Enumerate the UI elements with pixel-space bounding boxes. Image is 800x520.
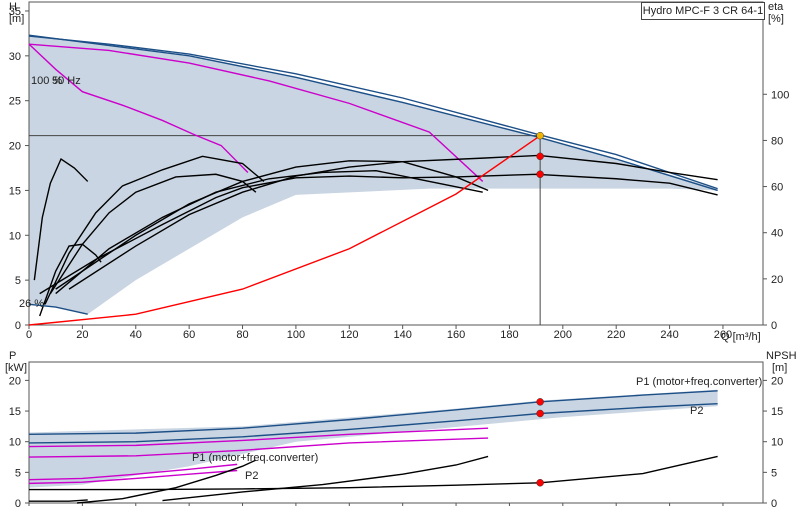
h-tick-label: 10 bbox=[9, 230, 21, 242]
eta-tick-label: 60 bbox=[771, 182, 783, 194]
x-tick-label: 120 bbox=[340, 329, 358, 341]
eta-tick-label: 80 bbox=[771, 135, 783, 147]
p-tick-label: 20 bbox=[9, 375, 21, 387]
power-point-marker bbox=[536, 409, 544, 418]
x-tick-label: 20 bbox=[76, 329, 88, 341]
p1-label-right: P1 (motor+freq.converter) bbox=[636, 376, 762, 388]
p1-label-left: P1 (motor+freq.converter) bbox=[192, 452, 318, 464]
duty-point-marker bbox=[536, 152, 544, 161]
p-tick-label: 10 bbox=[9, 437, 21, 449]
x-tick-label: 100 bbox=[287, 329, 305, 341]
x-tick-label: 180 bbox=[500, 329, 518, 341]
p-tick-label: 5 bbox=[15, 467, 21, 479]
h-tick-label: 15 bbox=[9, 185, 21, 197]
p2-label-left: P2 bbox=[245, 470, 258, 482]
h-tick-label: 5 bbox=[15, 275, 21, 287]
x-tick-label: 200 bbox=[554, 329, 572, 341]
freq-label: 50 Hz bbox=[52, 75, 81, 87]
p2-label-right: P2 bbox=[690, 405, 703, 417]
p-tick-label: 0 bbox=[15, 498, 21, 510]
npsh-axis-unit: [m] bbox=[772, 362, 787, 374]
eta-tick-label: 100 bbox=[771, 89, 789, 101]
h-tick-label: 20 bbox=[9, 141, 21, 153]
eta-axis-name: eta bbox=[768, 1, 784, 13]
p-tick-label: 15 bbox=[9, 406, 21, 418]
eta-tick-label: 0 bbox=[771, 320, 777, 332]
pump-curve-chart: 0 20 40 60 80 100 120 140 160 180 200 220 240 2600510… bbox=[5, 1, 797, 510]
x-tick-label: 0 bbox=[26, 329, 32, 341]
npsh-tick-label: 5 bbox=[771, 467, 777, 479]
x-axis-name: Q [m³/h] bbox=[721, 331, 761, 343]
eta-tick-label: 20 bbox=[771, 274, 783, 286]
x-tick-label: 140 bbox=[393, 329, 411, 341]
power-point-marker bbox=[536, 398, 544, 406]
x-tick-label: 40 bbox=[130, 329, 142, 341]
npsh-axis-name: NPSH bbox=[766, 350, 797, 362]
x-tick-label: 240 bbox=[660, 329, 678, 341]
duty-point-marker bbox=[536, 131, 544, 140]
duty-point-marker bbox=[536, 170, 544, 179]
p-axis-unit: [kW] bbox=[5, 362, 27, 374]
h-axis-unit: [m] bbox=[9, 13, 24, 25]
p-axis-name: P bbox=[9, 350, 16, 362]
power-band bbox=[29, 389, 718, 488]
operating-area bbox=[29, 35, 718, 315]
h-axis-name: H bbox=[9, 1, 17, 13]
x-tick-label: 80 bbox=[236, 329, 248, 341]
npsh-tick-label: 20 bbox=[771, 375, 783, 387]
h-tick-label: 30 bbox=[9, 51, 21, 63]
min-speed-label: 26 % bbox=[19, 298, 44, 310]
power-point-marker bbox=[536, 479, 544, 487]
power-curve-line bbox=[29, 499, 88, 502]
x-tick-label: 60 bbox=[183, 329, 195, 341]
npsh-tick-label: 0 bbox=[771, 498, 777, 510]
chart-title: Hydro MPC-F 3 CR 64-1 bbox=[641, 2, 765, 20]
eta-tick-label: 40 bbox=[771, 228, 783, 240]
h-tick-label: 25 bbox=[9, 96, 21, 108]
x-tick-label: 160 bbox=[447, 329, 465, 341]
eta-axis-unit: [%] bbox=[768, 13, 784, 25]
x-tick-label: 220 bbox=[607, 329, 625, 341]
h-tick-label: 0 bbox=[15, 320, 21, 332]
npsh-tick-label: 15 bbox=[771, 406, 783, 418]
npsh-tick-label: 10 bbox=[771, 437, 783, 449]
